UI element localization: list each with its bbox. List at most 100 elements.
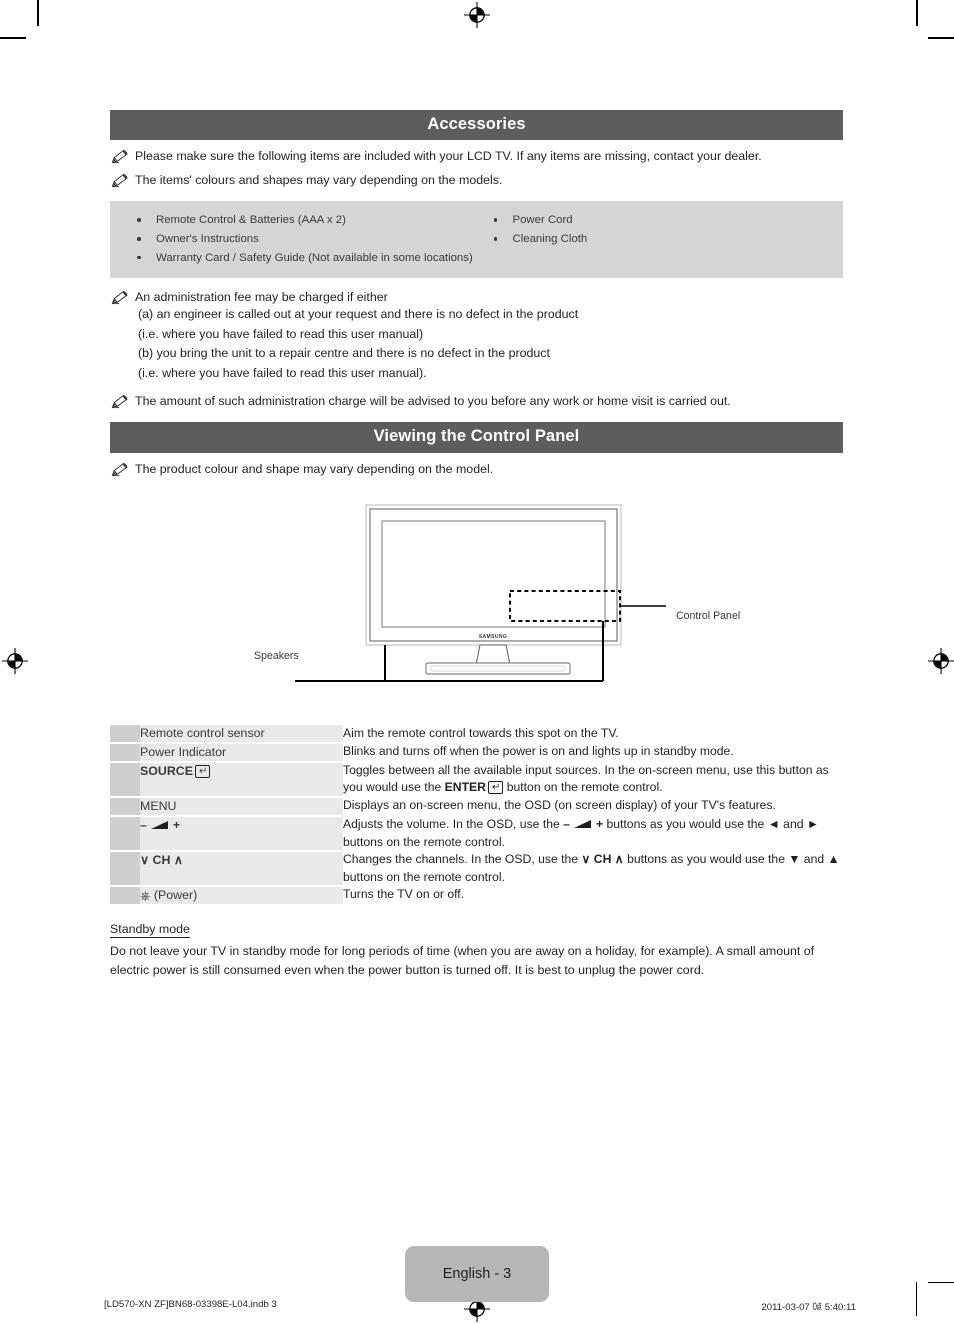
- row-label-channel: ∨ CH ∧: [140, 851, 343, 888]
- table-row: MENU Displays an on-screen menu, the OSD…: [110, 796, 843, 817]
- row-swatch: [110, 761, 140, 798]
- note-pencil-icon: [110, 290, 129, 305]
- note-text: The items' colours and shapes may vary d…: [135, 173, 503, 188]
- row-label: Power Indicator: [140, 742, 343, 763]
- note-pencil-icon: [110, 394, 129, 409]
- list-item-label: Remote Control & Batteries (AAA x 2): [156, 214, 346, 227]
- fee-line-a: (a) an engineer is called out at your re…: [138, 307, 579, 322]
- list-item-label: Owner's Instructions: [156, 232, 259, 245]
- note-pencil-icon: [110, 149, 129, 164]
- footer-timestamp: 2011-03-07 ㍘ 5:40:11: [761, 1302, 856, 1313]
- row-description: Displays an on-screen menu, the OSD (on …: [343, 797, 776, 812]
- row-swatch: [110, 796, 140, 817]
- note-accessories-1: Please make sure the following items are…: [110, 149, 843, 164]
- channel-label-text: CH: [593, 852, 612, 867]
- fee-line-b: (b) you bring the unit to a repair centr…: [138, 346, 550, 361]
- crop-mark-bottom-right-horizontal: [928, 1282, 954, 1284]
- row-label-power: ⎈ (Power): [140, 886, 343, 907]
- row-swatch: [110, 742, 140, 763]
- desc-part-2: button on the remote control.: [503, 780, 663, 795]
- power-label-text: (Power): [153, 888, 198, 903]
- registration-mark-left: [2, 648, 28, 674]
- table-row: ⎈ (Power) Turns the TV on or off.: [110, 886, 843, 907]
- list-item: Warranty Card / Safety Guide (Not availa…: [134, 249, 477, 268]
- page-number-label: English - 3: [442, 1266, 512, 1282]
- enter-icon: ↵: [487, 781, 504, 795]
- standby-heading-wrap: Standby mode: [110, 906, 843, 939]
- row-description: Aim the remote control towards this spot…: [343, 725, 619, 740]
- bullet-icon: [137, 236, 141, 241]
- page-number-badge: English - 3: [405, 1246, 549, 1302]
- fee-line-b-note: (i.e. where you have failed to read this…: [138, 365, 427, 380]
- desc-part-1: Adjusts the volume. In the OSD, use the: [343, 816, 564, 831]
- standby-body-text: Do not leave your TV in standby mode for…: [110, 944, 815, 977]
- section-title-viewing-control-panel: Viewing the Control Panel: [110, 422, 843, 453]
- volume-plus-label: +: [595, 816, 604, 831]
- crop-mark-top-left-horizontal: [0, 37, 26, 39]
- crop-mark-top-left-vertical: [37, 0, 39, 26]
- registration-mark-right: [928, 648, 954, 674]
- bullet-icon: [137, 218, 141, 222]
- registration-mark-top: [464, 2, 490, 28]
- standby-heading: Standby mode: [110, 922, 190, 939]
- desc-part-1: Changes the channels. In the OSD, use th…: [343, 852, 582, 867]
- table-row: SOURCE ↵ Toggles between all the availabl…: [110, 761, 843, 798]
- channel-down-icon: ∨: [140, 853, 150, 868]
- tv-front-view-diagram: SAMSUNG Control Panel Speakers: [110, 495, 843, 703]
- row-description: Adjusts the volume. In the OSD, use the …: [343, 816, 843, 851]
- note-text: An administration fee may be charged if …: [135, 290, 388, 305]
- row-label-source: SOURCE ↵: [140, 761, 343, 798]
- page-content: Accessories Please make sure the followi…: [110, 110, 843, 980]
- enter-label-text: ENTER: [444, 780, 486, 795]
- crop-mark-top-right-horizontal: [928, 37, 954, 39]
- volume-wedge-icon: [150, 820, 170, 830]
- manual-page: Accessories Please make sure the followi…: [0, 0, 954, 1324]
- crop-mark-bottom-right: [916, 1282, 918, 1316]
- accessories-column-left: Remote Control & Batteries (AAA x 2) Own…: [110, 211, 477, 267]
- volume-minus-label: –: [563, 816, 570, 831]
- row-description: Turns the TV on or off.: [343, 887, 465, 902]
- note-text: Please make sure the following items are…: [135, 149, 762, 164]
- channel-label-text: CH: [152, 853, 171, 868]
- bullet-icon: [137, 255, 141, 260]
- row-swatch: [110, 886, 140, 907]
- note-accessories-2: The items' colours and shapes may vary d…: [110, 173, 843, 188]
- list-item-label: Cleaning Cloth: [512, 232, 588, 245]
- accessories-list-box: Remote Control & Batteries (AAA x 2) Own…: [110, 201, 844, 279]
- row-description: Blinks and turns off when the power is o…: [343, 743, 734, 758]
- row-label: Remote control sensor: [140, 724, 343, 744]
- row-label: MENU: [140, 796, 343, 817]
- list-item-label: Power Cord: [512, 214, 573, 227]
- section-title-accessories: Accessories: [110, 110, 843, 141]
- list-item: Power Cord: [491, 211, 844, 230]
- tv-illustration-svg: SAMSUNG: [295, 503, 666, 682]
- table-row: Power Indicator Blinks and turns off whe…: [110, 742, 843, 763]
- volume-wedge-icon: [573, 819, 593, 829]
- row-description: Toggles between all the available input …: [343, 762, 843, 797]
- note-product-colour: The product colour and shape may vary de…: [110, 462, 843, 477]
- footer-file-name: [LD570-XN ZF]BN68-03398E-L04.indb 3: [104, 1299, 277, 1310]
- row-swatch: [110, 815, 140, 853]
- bullet-icon: [493, 218, 498, 222]
- note-pencil-icon: [110, 173, 129, 188]
- volume-minus-label: –: [140, 817, 147, 832]
- power-icon: ⎈: [140, 888, 151, 904]
- control-panel-table: Remote control sensor Aim the remote con…: [110, 724, 843, 907]
- channel-up-icon: ∧: [173, 853, 183, 868]
- figure-label-control-panel: Control Panel: [676, 609, 741, 622]
- note-pencil-icon: [110, 462, 129, 477]
- note-text: The product colour and shape may vary de…: [135, 461, 494, 476]
- row-label-volume: – +: [140, 815, 343, 853]
- channel-down-icon: ∨: [581, 852, 591, 867]
- fee-line-a-note: (i.e. where you have failed to read this…: [138, 326, 424, 341]
- row-description: Changes the channels. In the OSD, use th…: [343, 851, 843, 886]
- source-label-text: SOURCE: [140, 763, 194, 778]
- list-item-label: Warranty Card / Safety Guide (Not availa…: [156, 251, 473, 264]
- accessories-column-right: Power Cord Cleaning Cloth: [477, 211, 844, 267]
- row-swatch: [110, 724, 140, 744]
- note-administration-fee: An administration fee may be charged if …: [110, 290, 843, 305]
- list-item: Owner's Instructions: [134, 230, 477, 249]
- bullet-icon: [493, 236, 498, 241]
- note-text: The amount of such administration charge…: [135, 394, 731, 409]
- volume-plus-label: +: [172, 817, 181, 832]
